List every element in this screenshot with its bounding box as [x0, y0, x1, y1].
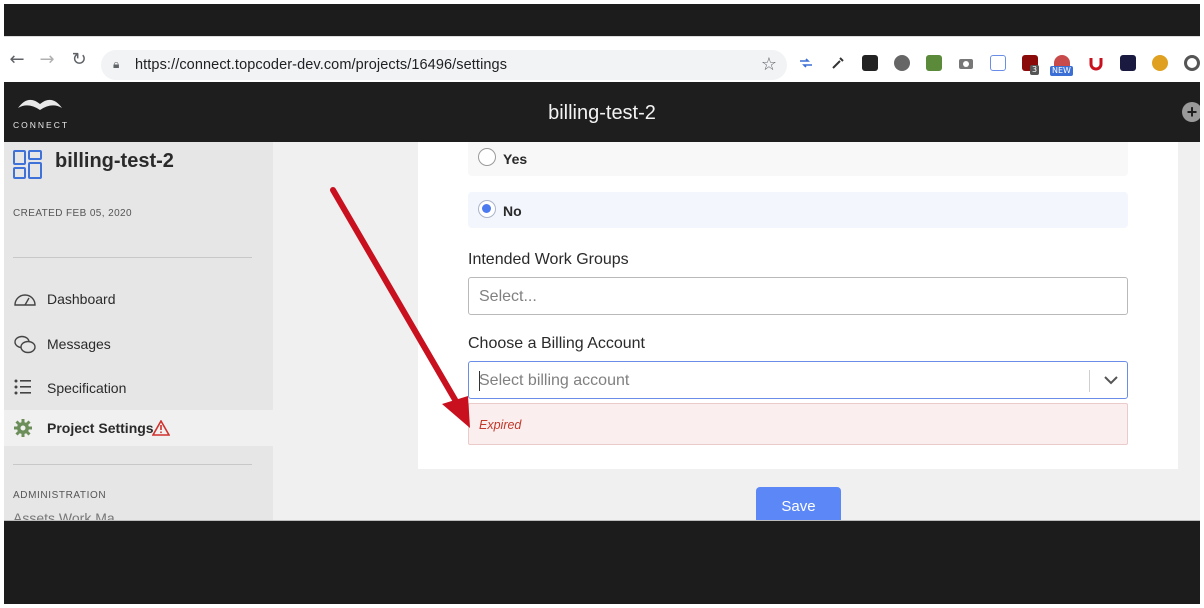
app-header: CONNECT billing-test-2 + — [4, 82, 1200, 142]
radio-button[interactable] — [478, 148, 496, 166]
bottom-letterbox — [4, 520, 1200, 604]
save-button[interactable]: Save — [756, 487, 841, 520]
url-text: https://connect.topcoder-dev.com/project… — [135, 57, 508, 73]
top-letterbox — [4, 4, 1200, 36]
extension-trello-icon[interactable] — [862, 55, 878, 71]
address-bar[interactable]: 🔒︎ https://connect.topcoder-dev.com/proj… — [101, 50, 787, 80]
gear-icon — [13, 418, 35, 438]
sidebar-item-project-settings[interactable]: Project Settings — [4, 410, 273, 446]
extension-arrows-icon[interactable] — [798, 55, 814, 71]
project-name: billing-test-2 — [55, 150, 174, 172]
settings-card: Yes No Intended Work Groups Select... Ch… — [418, 142, 1178, 469]
created-date: CREATED FEB 05, 2020 — [13, 208, 132, 219]
sidebar-item-label: Project Settings — [47, 420, 154, 436]
admin-section-label: ADMINISTRATION — [13, 490, 107, 501]
extension-camera-icon[interactable] — [958, 55, 974, 71]
sidebar: billing-test-2 CREATED FEB 05, 2020 Dash… — [4, 142, 273, 520]
sidebar-item-specification[interactable]: Specification — [4, 370, 273, 406]
sidebar-divider — [13, 464, 252, 465]
extension-star-burst-icon[interactable] — [1120, 55, 1136, 71]
radio-option-no[interactable]: No — [468, 192, 1128, 228]
new-badge: NEW — [1050, 66, 1073, 76]
plus-circle-icon[interactable]: + — [1182, 102, 1200, 122]
browser-toolbar: ← → ↻ 🔒︎ https://connect.topcoder-dev.co… — [4, 36, 1200, 82]
radio-label: Yes — [503, 151, 528, 167]
extension-new-icon[interactable]: NEW — [1050, 55, 1073, 76]
lock-icon: 🔒︎ — [113, 57, 120, 71]
sidebar-item-label: Messages — [47, 336, 111, 352]
reload-icon[interactable]: ↻ — [68, 49, 90, 71]
header-title: billing-test-2 — [548, 102, 656, 124]
ublock-badge: 3 — [1030, 65, 1040, 75]
billing-account-placeholder: Select billing account — [479, 372, 630, 389]
extension-magnet-icon[interactable] — [1088, 55, 1104, 71]
radio-button-checked[interactable] — [478, 200, 496, 218]
extension-code-icon[interactable] — [990, 55, 1006, 71]
billing-account-label: Choose a Billing Account — [468, 335, 645, 352]
star-icon[interactable]: ☆ — [761, 54, 777, 75]
extension-eyedropper-icon[interactable] — [830, 55, 846, 71]
sidebar-item-dashboard[interactable]: Dashboard — [4, 281, 273, 317]
work-groups-select[interactable]: Select... — [468, 277, 1128, 315]
work-groups-placeholder: Select... — [479, 288, 537, 305]
radio-label: No — [503, 203, 522, 219]
select-separator — [1089, 370, 1090, 392]
extension-gear-icon[interactable] — [1152, 55, 1168, 71]
forward-icon[interactable]: → — [36, 49, 58, 71]
error-message: Expired — [479, 418, 522, 432]
sidebar-item-cut[interactable]: Assets Work Ma... — [13, 510, 126, 520]
project-grid-icon — [12, 149, 44, 186]
dashboard-gauge-icon — [13, 289, 36, 309]
chevron-down-icon[interactable] — [1103, 373, 1119, 392]
work-groups-label: Intended Work Groups — [468, 251, 629, 268]
extension-image-icon[interactable] — [926, 55, 942, 71]
sidebar-divider — [13, 257, 252, 258]
screenshot-frame: ← → ↻ 🔒︎ https://connect.topcoder-dev.co… — [4, 4, 1200, 604]
extension-circle-icon[interactable] — [1184, 55, 1200, 71]
extension-wordpress-icon[interactable] — [894, 55, 910, 71]
sidebar-item-messages[interactable]: Messages — [4, 326, 273, 362]
billing-error-box: Expired — [468, 403, 1128, 445]
chat-bubbles-icon — [13, 334, 36, 354]
extension-ublock-icon[interactable]: 3 — [1022, 55, 1040, 75]
app-body: billing-test-2 CREATED FEB 05, 2020 Dash… — [4, 142, 1200, 520]
billing-account-select[interactable]: Select billing account — [468, 361, 1128, 399]
sidebar-item-label: Dashboard — [47, 291, 116, 307]
warning-triangle-icon — [151, 419, 171, 441]
sidebar-top: billing-test-2 CREATED FEB 05, 2020 Dash… — [4, 142, 273, 405]
sidebar-item-label: Specification — [47, 380, 127, 396]
back-icon[interactable]: ← — [6, 49, 28, 71]
radio-option-yes[interactable]: Yes — [468, 142, 1128, 176]
list-icon — [13, 378, 35, 398]
